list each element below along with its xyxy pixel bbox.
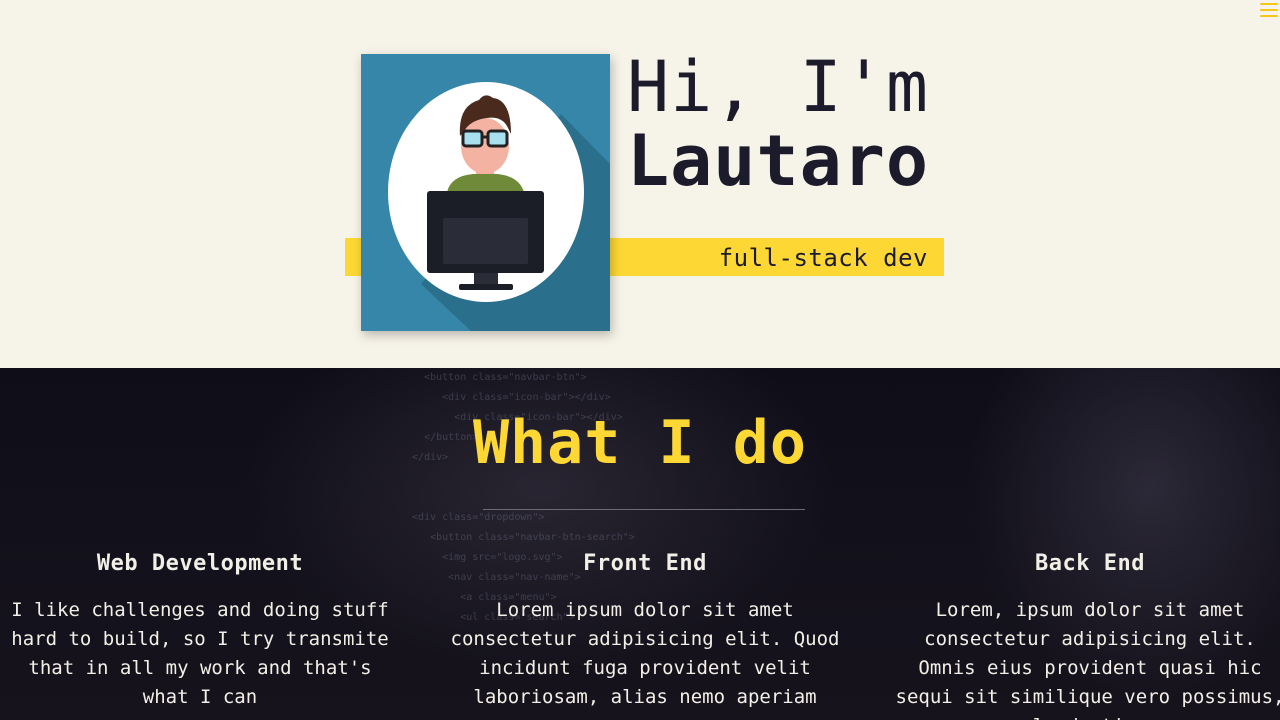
hero-greeting: Hi, I'm [627, 46, 930, 128]
service-description: I like challenges and doing stuff hard t… [11, 599, 389, 708]
hamburger-icon[interactable] [1260, 3, 1278, 19]
services-section: <button class="navbar-btn"> <div class="… [0, 368, 1280, 720]
section-title: What I do [472, 408, 808, 478]
service-description: Lorem, ipsum dolor sit amet consectetur … [895, 599, 1280, 720]
title-divider [483, 509, 805, 510]
hero-section: full-stack dev Hi, I'm Lautaro [0, 0, 1280, 368]
hero-tagline: full-stack dev [718, 244, 928, 272]
service-heading: Front End [583, 551, 707, 576]
service-heading: Web Development [96, 551, 304, 576]
hero-name: Lautaro [627, 120, 930, 202]
service-description: Lorem ipsum dolor sit amet consectetur a… [450, 599, 840, 708]
service-heading: Back End [1035, 551, 1145, 576]
service-card-back-end: Back End Lorem, ipsum dolor sit amet con… [890, 551, 1280, 720]
developer-avatar-icon [361, 54, 610, 331]
service-card-front-end: Front End Lorem ipsum dolor sit amet con… [445, 551, 845, 712]
service-card-web-development: Web Development I like challenges and do… [0, 551, 400, 712]
